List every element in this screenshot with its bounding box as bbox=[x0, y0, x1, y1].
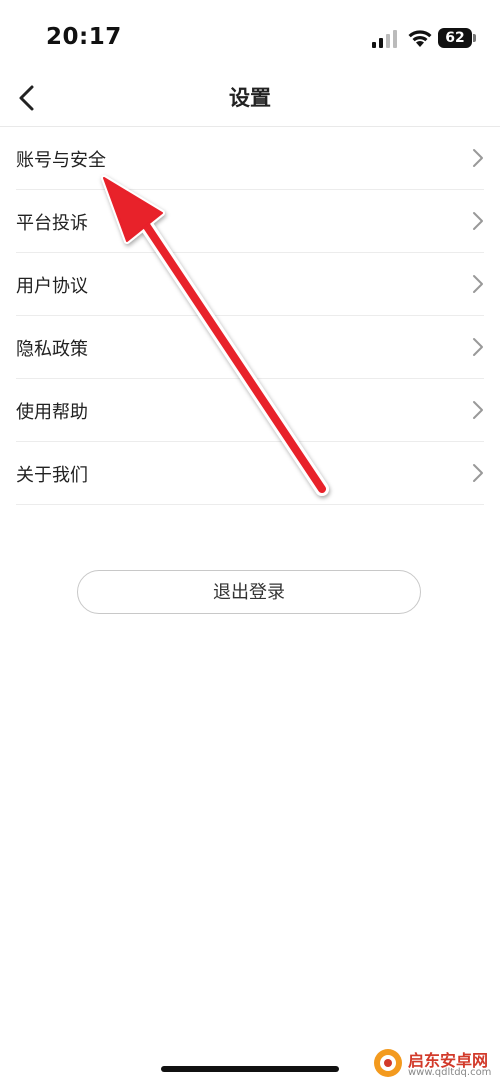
menu-item-label: 使用帮助 bbox=[16, 402, 88, 423]
home-indicator bbox=[161, 1066, 339, 1072]
settings-menu: 账号与安全 平台投诉 用户协议 隐私政策 使用帮助 关于我们 bbox=[16, 127, 484, 505]
chevron-right-icon bbox=[473, 401, 483, 419]
battery-tip bbox=[473, 34, 476, 42]
menu-item-label: 隐私政策 bbox=[16, 339, 88, 360]
chevron-right-icon bbox=[473, 275, 483, 293]
menu-item-label: 平台投诉 bbox=[16, 213, 88, 234]
chevron-right-icon bbox=[473, 338, 483, 356]
battery-icon: 62 bbox=[438, 28, 472, 48]
menu-item-label: 关于我们 bbox=[16, 465, 88, 486]
menu-item-about-us[interactable]: 关于我们 bbox=[16, 442, 484, 505]
battery-level: 62 bbox=[445, 30, 465, 46]
menu-item-account-security[interactable]: 账号与安全 bbox=[16, 127, 484, 190]
menu-item-platform-complaint[interactable]: 平台投诉 bbox=[16, 190, 484, 253]
nav-bar: 设置 bbox=[0, 70, 500, 127]
chevron-right-icon bbox=[473, 149, 483, 167]
chevron-right-icon bbox=[473, 212, 483, 230]
watermark: 启东安卓网 www.qdltdq.com bbox=[372, 1045, 497, 1083]
wifi-icon bbox=[408, 30, 432, 47]
menu-item-privacy-policy[interactable]: 隐私政策 bbox=[16, 316, 484, 379]
watermark-url: www.qdltdq.com bbox=[408, 1067, 492, 1078]
status-time: 20:17 bbox=[46, 24, 122, 50]
signal-icon bbox=[372, 30, 397, 48]
page-title: 设置 bbox=[229, 86, 271, 110]
logout-button[interactable]: 退出登录 bbox=[77, 570, 421, 614]
menu-item-label: 用户协议 bbox=[16, 276, 88, 297]
watermark-logo-icon bbox=[374, 1049, 402, 1077]
menu-item-help[interactable]: 使用帮助 bbox=[16, 379, 484, 442]
menu-item-user-agreement[interactable]: 用户协议 bbox=[16, 253, 484, 316]
menu-item-label: 账号与安全 bbox=[16, 150, 106, 171]
status-bar: 20:17 62 bbox=[0, 0, 500, 78]
chevron-right-icon bbox=[473, 464, 483, 482]
